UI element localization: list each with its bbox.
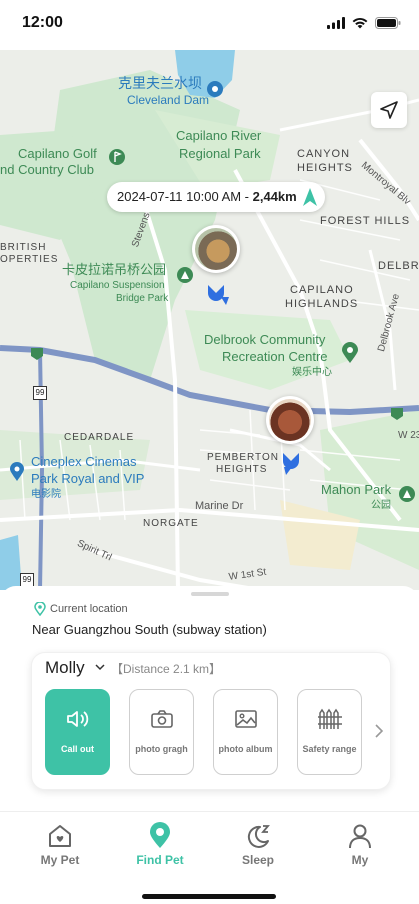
tab-find-pet-label: Find Pet [136,853,184,867]
speaker-icon [65,706,91,732]
map-label-operties: OPERTIES [0,254,59,265]
map-label-pemberton1: PEMBERTON [207,452,279,463]
cinema-pin-icon[interactable] [9,462,25,482]
paw-marker-icon-2 [283,453,299,475]
fence-icon [317,706,343,732]
map-pin-icon [150,822,170,848]
track-info-chip[interactable]: 2024-07-11 10:00 AM - 2,44km [107,182,325,212]
map-label-capilano-h2: HIGHLANDS [285,298,359,310]
map-label-canyon: CANYON [297,148,351,160]
map-label-suspension-cn: 卡皮拉诺吊桥公园 [62,262,167,277]
map-label-cineplex2: Park Royal and VIP [31,471,145,486]
status-time: 12:00 [22,14,63,31]
photo-album-label: photo album [218,744,273,754]
battery-icon [375,16,401,34]
call-out-button[interactable]: Call out [45,689,110,775]
map-label-british: BRITISH [0,242,47,253]
pet-distance: 【Distance 2.1 km】 [111,662,222,676]
pet-marker-dog[interactable] [192,225,240,273]
map-label-cleveland-cn: 克里夫兰水坝 [118,75,202,91]
map-label-delbrook-cc1: Delbrook Community [204,332,326,347]
safety-range-button[interactable]: Safety range [297,689,362,775]
map-label-w23: W 23 [398,430,419,441]
map-label-cineplex1: Cineplex Cinemas [31,454,137,469]
tab-find-pet[interactable]: Find Pet [120,822,200,867]
status-icons [327,16,401,34]
map-label-capilano-h1: CAPILANO [290,284,354,296]
map-view[interactable]: 克里夫兰水坝 Cleveland Dam Capilano River Regi… [0,50,419,590]
map-label-golf-1: Capilano Golf [18,146,97,161]
map-label-marine: Marine Dr [195,500,244,512]
map-label-cedardale: CEDARDALE [64,432,135,443]
tab-sleep[interactable]: Sleep [218,822,298,867]
current-location-label-text: Current location [50,603,128,615]
highway-99-shield: 99 [33,386,47,400]
pet-house-icon [49,825,71,847]
park-pin-icon[interactable] [176,266,194,284]
action-row: Call out photo gragh photo album Safety … [45,689,362,775]
map-label-suspension-en1: Capilano Suspension [70,280,165,291]
track-distance: 2,44km [252,189,297,204]
paw-marker-icon [208,285,229,305]
tab-sleep-label: Sleep [241,853,274,867]
map-label-capilano-river: Capilano River [176,128,262,143]
call-out-label: Call out [61,744,94,754]
image-icon [233,706,259,732]
person-icon [349,824,371,849]
bottom-sheet: Current location Near Guangzhou South (s… [0,586,419,811]
map-label-suspension-en2: Bridge Park [116,293,169,304]
safety-range-label: Safety range [302,744,357,754]
pet-photo-dog-2 [269,399,311,441]
highway-99-shield-b: 99 [20,573,34,587]
highway-1-shield-icon-b [391,408,403,420]
moon-icon [247,825,270,848]
rec-centre-pin-icon[interactable] [341,342,359,364]
locate-button[interactable] [371,92,407,128]
signal-icon [327,16,345,34]
tab-my-pet-label: My Pet [40,853,80,867]
map-label-mahon-cn: 公园 [371,500,391,511]
camera-icon [149,706,175,732]
map-label-delbrook-cc2: Recreation Centre [222,349,328,364]
map-label-pemberton2: HEIGHTS [216,464,268,475]
map-label-cleveland-en: Cleveland Dam [127,93,210,107]
home-indicator [142,894,276,899]
chevron-right-icon[interactable] [374,723,384,739]
mahon-park-pin-icon[interactable] [398,485,416,503]
location-pin-icon [34,602,46,616]
direction-arrow-icon [302,188,317,206]
map-label-heights: HEIGHTS [297,162,353,174]
track-datetime: 2024-07-11 10:00 AM - [117,189,253,204]
wifi-icon [352,16,368,34]
photo-graph-button[interactable]: photo gragh [129,689,194,775]
tab-bar: My Pet Find Pet Sleep My [0,811,419,904]
tab-my-pet[interactable]: My Pet [20,822,100,867]
map-label-delbrook-cn: 娱乐中心 [292,367,332,378]
pet-marker-dog-2[interactable] [266,396,314,444]
sheet-drag-handle[interactable] [191,592,229,596]
map-label-regional-park: Regional Park [179,146,261,161]
pet-name-selector[interactable]: Molly [45,658,85,678]
pet-photo-dog [195,228,237,270]
map-label-mahon: Mahon Park [321,482,392,497]
current-location-value: Near Guangzhou South (subway station) [32,622,267,637]
golf-pin-icon[interactable] [108,148,126,166]
tab-my[interactable]: My [320,822,400,867]
photo-album-button[interactable]: photo album [213,689,278,775]
current-location-label: Current location [34,602,128,616]
pet-card: Molly 【Distance 2.1 km】 Call out photo g… [31,652,391,790]
status-bar: 12:00 [0,0,419,50]
map-label-golf-2: nd Country Club [0,162,94,177]
map-label-forest-hills: FOREST HILLS [320,215,411,227]
map-label-cineplex-cn: 电影院 [31,489,61,500]
highway-1-shield-icon [31,348,43,360]
dam-pin-icon[interactable] [206,80,224,98]
map-label-delbr: DELBR [378,260,419,272]
tab-my-label: My [351,853,369,867]
map-label-norgate: NORGATE [143,518,199,529]
photo-graph-label: photo gragh [135,744,188,754]
navigation-arrow-icon [380,101,398,119]
chevron-down-icon[interactable] [95,662,105,672]
